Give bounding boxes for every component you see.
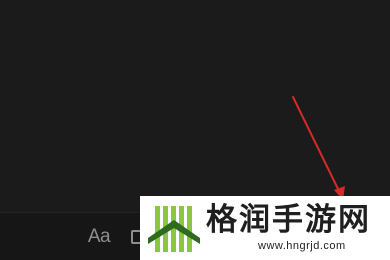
watermark-banner: 格润手游网 www.hngrjd.com xyxy=(140,196,390,260)
green-stripes-logo-icon xyxy=(146,200,202,256)
content-area[interactable] xyxy=(0,0,390,212)
font-format-button[interactable]: Aa xyxy=(84,213,114,260)
watermark-url: www.hngrjd.com xyxy=(258,240,346,252)
watermark-title: 格润手游网 xyxy=(206,202,371,238)
text-format-icon: Aa xyxy=(87,226,111,247)
screen: Aa 格润手游网 www.hngrjd.com xyxy=(0,0,390,260)
